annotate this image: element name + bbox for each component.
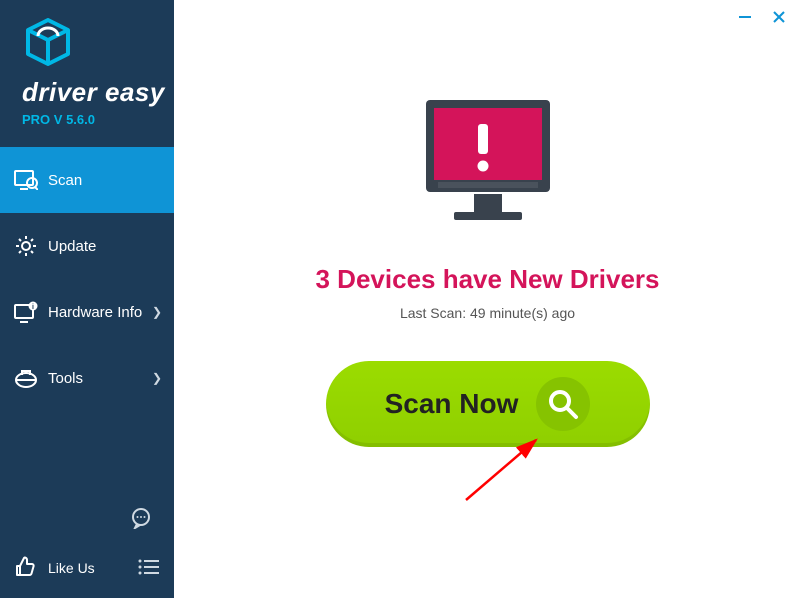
- sidebar-item-label: Scan: [48, 172, 82, 189]
- sidebar-item-label: Update: [48, 238, 96, 255]
- svg-text:i: i: [32, 304, 34, 311]
- like-us-label[interactable]: Like Us: [48, 560, 95, 576]
- like-us-row: Like Us: [0, 544, 174, 598]
- chevron-right-icon: ❯: [152, 371, 162, 385]
- scan-now-button[interactable]: Scan Now: [326, 361, 650, 447]
- sidebar-item-label: Hardware Info: [48, 304, 142, 321]
- gear-icon: [14, 234, 38, 258]
- main-panel: 3 Devices have New Drivers Last Scan: 49…: [174, 0, 801, 598]
- monitor-info-icon: i: [14, 300, 38, 324]
- feedback-button[interactable]: [126, 503, 156, 538]
- chevron-right-icon: ❯: [152, 305, 162, 319]
- scan-now-label: Scan Now: [385, 388, 519, 420]
- sidebar-item-hardware-info[interactable]: i Hardware Info ❯: [0, 279, 174, 345]
- menu-lines-icon: [138, 558, 160, 576]
- scan-icon: [14, 168, 38, 192]
- thumbs-up-icon: [14, 556, 38, 580]
- menu-button[interactable]: [138, 558, 160, 579]
- last-scan-text: Last Scan: 49 minute(s) ago: [400, 305, 575, 321]
- sidebar-item-scan[interactable]: Scan: [0, 147, 174, 213]
- toolbag-icon: [14, 366, 38, 390]
- search-icon: [536, 377, 590, 431]
- sidebar-item-update[interactable]: Update: [0, 213, 174, 279]
- sidebar-item-tools[interactable]: Tools ❯: [0, 345, 174, 411]
- monitor-alert-graphic: [408, 90, 568, 240]
- app-window: driver easy PRO V 5.6.0 Scan Update i: [0, 0, 801, 598]
- sidebar-nav: Scan Update i Hardware Info ❯ Tools: [0, 147, 174, 411]
- brand-name: driver easy: [22, 77, 174, 108]
- status-headline: 3 Devices have New Drivers: [316, 264, 660, 295]
- brand-version: PRO V 5.6.0: [22, 112, 174, 127]
- sidebar: driver easy PRO V 5.6.0 Scan Update i: [0, 0, 174, 598]
- monitor-alert-icon: [408, 90, 568, 240]
- cube-logo-icon: [22, 18, 74, 66]
- sidebar-item-label: Tools: [48, 370, 83, 387]
- brand-block: driver easy PRO V 5.6.0: [0, 0, 174, 135]
- chat-bubble-icon: [130, 507, 152, 529]
- sidebar-bottom-icons: [0, 503, 174, 544]
